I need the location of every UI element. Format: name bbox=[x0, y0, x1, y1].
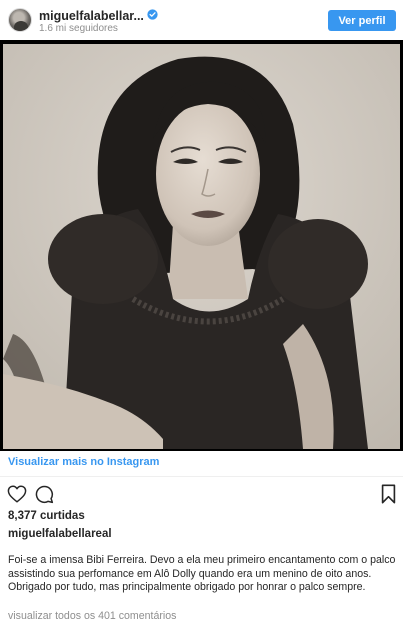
comment-icon[interactable] bbox=[34, 484, 54, 504]
username[interactable]: miguelfalabellar... bbox=[39, 9, 144, 23]
divider bbox=[0, 476, 403, 477]
view-all-comments-link[interactable]: visualizar todos os 401 comentários bbox=[8, 610, 176, 622]
post-image[interactable] bbox=[3, 44, 400, 449]
bookmark-icon[interactable] bbox=[381, 484, 396, 504]
like-count[interactable]: 8,377 curtidas bbox=[8, 510, 85, 522]
post-header: miguelfalabellar... 1.6 mi seguidores Ve… bbox=[0, 0, 403, 40]
view-more-on-instagram-link[interactable]: Visualizar mais no Instagram bbox=[8, 456, 159, 468]
portrait-photo bbox=[3, 44, 400, 449]
post-caption: Foi-se a imensa Bibi Ferreira. Devo a el… bbox=[8, 554, 396, 593]
post-image-frame[interactable] bbox=[0, 40, 403, 451]
heart-icon[interactable] bbox=[7, 485, 27, 503]
caption-username[interactable]: miguelfalabellareal bbox=[8, 528, 112, 540]
follower-count: 1.6 mi seguidores bbox=[39, 23, 118, 34]
instagram-embed: miguelfalabellar... 1.6 mi seguidores Ve… bbox=[0, 0, 403, 628]
avatar[interactable] bbox=[8, 8, 32, 32]
verified-badge-icon bbox=[147, 9, 158, 20]
view-profile-button[interactable]: Ver perfil bbox=[328, 10, 396, 31]
